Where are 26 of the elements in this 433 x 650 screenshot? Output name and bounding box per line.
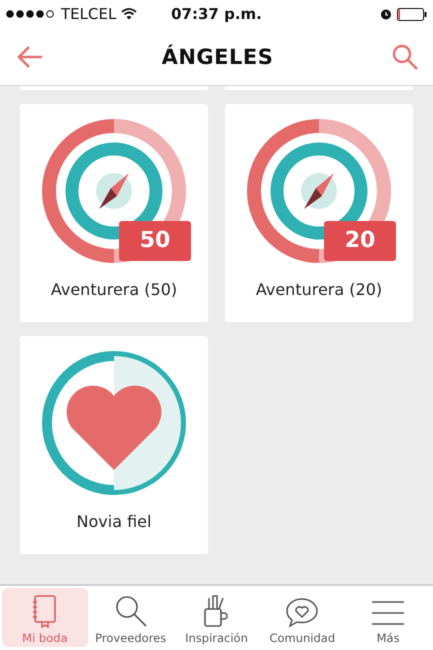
wifi-icon <box>121 8 138 20</box>
tab-bar-item[interactable]: Comunidad <box>259 588 346 647</box>
heart-badge-icon <box>39 348 189 498</box>
badge-label: Aventurera (20) <box>256 280 382 299</box>
badge-count: 20 <box>324 221 396 261</box>
search-icon <box>390 42 419 70</box>
battery-icon <box>396 8 427 20</box>
signal-icon <box>6 10 56 18</box>
badge-count: 50 <box>119 221 191 261</box>
tab-bar-item[interactable]: Más <box>345 588 431 647</box>
tab-bar-item[interactable]: Proveedores <box>88 588 174 647</box>
carrier-name: TELCEL <box>61 5 116 23</box>
alarm-icon <box>380 8 392 20</box>
page-title: ÁNGELES <box>162 44 274 68</box>
notebook-icon <box>32 594 58 628</box>
status-time: 07:37 p.m. <box>171 5 262 23</box>
badge-card[interactable]: 50 Aventurera (50) <box>20 104 208 322</box>
tab-bar-item[interactable]: Inspiración <box>174 588 260 647</box>
chat-heart-icon <box>285 596 320 628</box>
badge-label: Aventurera (50) <box>50 280 178 299</box>
menu-icon <box>371 598 406 628</box>
search-icon <box>114 594 148 628</box>
badge-card[interactable]: Novia fiel <box>20 336 208 554</box>
badge-label: Novia fiel <box>76 512 152 531</box>
back-arrow-icon <box>16 44 44 68</box>
badge-card[interactable]: 20 Aventurera (20) <box>225 104 413 322</box>
